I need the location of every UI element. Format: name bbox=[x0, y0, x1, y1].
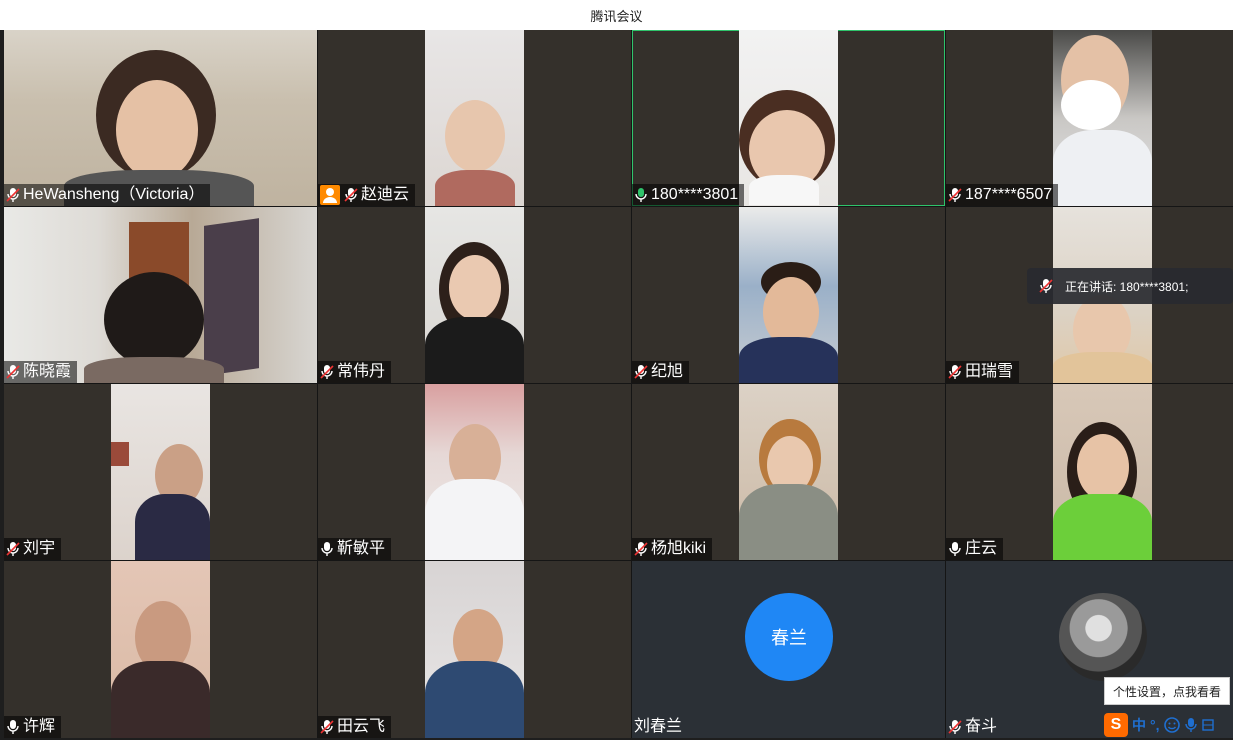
participant-label: 187****6507 bbox=[946, 184, 1059, 206]
smile-icon[interactable] bbox=[1163, 717, 1180, 733]
mic-muted-icon bbox=[634, 365, 648, 379]
participant-video bbox=[739, 207, 838, 383]
video-tile[interactable]: 庄云 bbox=[946, 384, 1233, 560]
participant-label: 刘春兰 bbox=[634, 718, 683, 735]
participant-video bbox=[739, 30, 838, 206]
video-grid: HeWansheng（Victoria） 赵迪云 180****3801 187… bbox=[4, 30, 1233, 738]
participant-label: HeWansheng（Victoria） bbox=[4, 184, 211, 206]
participant-label: 刘宇 bbox=[4, 538, 62, 560]
participant-label: 庄云 bbox=[946, 538, 1004, 560]
mic-active-icon bbox=[635, 188, 647, 202]
mic-on-icon bbox=[949, 542, 961, 556]
participant-label: 靳敏平 bbox=[318, 538, 392, 560]
participant-label: 常伟丹 bbox=[318, 361, 392, 383]
ime-tooltip: 个性设置，点我看看 bbox=[1104, 677, 1230, 705]
mic-muted-icon bbox=[6, 542, 20, 556]
speaking-text: 正在讲话: 180****3801; bbox=[1065, 279, 1189, 294]
participant-label: 纪旭 bbox=[632, 361, 690, 383]
mic-icon[interactable] bbox=[1184, 717, 1198, 733]
mic-muted-icon bbox=[6, 188, 20, 202]
participant-video bbox=[425, 561, 524, 738]
mic-on-icon bbox=[321, 542, 333, 556]
participant-video bbox=[425, 30, 524, 206]
participant-label: 赵迪云 bbox=[318, 184, 416, 206]
participant-video bbox=[1053, 384, 1152, 560]
host-icon bbox=[320, 185, 340, 205]
participant-label: 180****3801 bbox=[632, 184, 745, 206]
video-tile-active-speaker[interactable]: 180****3801 bbox=[632, 30, 945, 206]
mic-muted-icon bbox=[344, 188, 358, 202]
video-tile[interactable]: 纪旭 bbox=[632, 207, 945, 383]
participant-video bbox=[425, 384, 524, 560]
video-tile[interactable]: 187****6507 bbox=[946, 30, 1233, 206]
video-tile[interactable]: 杨旭kiki bbox=[632, 384, 945, 560]
ime-mode-toggle[interactable]: 中 bbox=[1132, 715, 1146, 735]
video-tile-no-video[interactable]: 春兰 刘春兰 bbox=[632, 561, 945, 738]
video-tile[interactable]: 许辉 bbox=[4, 561, 317, 738]
mic-muted-icon bbox=[320, 365, 334, 379]
window-title: 腾讯会议 bbox=[590, 8, 643, 24]
title-bar: 腾讯会议 bbox=[0, 0, 1233, 30]
video-tile[interactable]: 常伟丹 bbox=[318, 207, 631, 383]
avatar: 春兰 bbox=[745, 593, 833, 681]
participant-label: 田瑞雪 bbox=[946, 361, 1020, 383]
mic-muted-icon bbox=[320, 720, 334, 734]
avatar bbox=[1059, 593, 1147, 681]
participant-label: 杨旭kiki bbox=[632, 538, 713, 560]
speaking-indicator[interactable]: 正在讲话: 180****3801; bbox=[1027, 268, 1233, 304]
participant-video bbox=[111, 384, 210, 560]
participant-video bbox=[4, 30, 317, 206]
participant-label: 许辉 bbox=[4, 716, 62, 738]
mic-muted-icon bbox=[948, 365, 962, 379]
participant-video bbox=[4, 207, 317, 383]
video-tile[interactable]: 刘宇 bbox=[4, 384, 317, 560]
video-tile[interactable]: 陈晓霞 bbox=[4, 207, 317, 383]
participant-label: 陈晓霞 bbox=[4, 361, 78, 383]
mic-muted-icon bbox=[6, 365, 20, 379]
participant-label: 奋斗 bbox=[946, 716, 1003, 738]
mic-muted-icon bbox=[1039, 279, 1053, 293]
participant-video bbox=[739, 384, 838, 560]
video-tile[interactable]: 田云飞 bbox=[318, 561, 631, 738]
participant-video bbox=[1053, 30, 1152, 206]
participant-label: 田云飞 bbox=[318, 716, 392, 738]
keyboard-icon[interactable] bbox=[1201, 718, 1214, 732]
ime-logo-icon[interactable]: S bbox=[1104, 713, 1128, 737]
mic-on-icon bbox=[7, 720, 19, 734]
ime-toolbar[interactable]: S 中 °, bbox=[1104, 712, 1233, 738]
participant-video bbox=[425, 207, 524, 383]
video-tile[interactable]: 靳敏平 bbox=[318, 384, 631, 560]
video-tile[interactable]: HeWansheng（Victoria） bbox=[4, 30, 317, 206]
ime-punctuation-toggle[interactable]: °, bbox=[1150, 717, 1160, 733]
participant-video bbox=[111, 561, 210, 738]
mic-muted-icon bbox=[948, 720, 962, 734]
mic-muted-icon bbox=[634, 542, 648, 556]
video-tile[interactable]: 赵迪云 bbox=[318, 30, 631, 206]
mic-muted-icon bbox=[948, 188, 962, 202]
